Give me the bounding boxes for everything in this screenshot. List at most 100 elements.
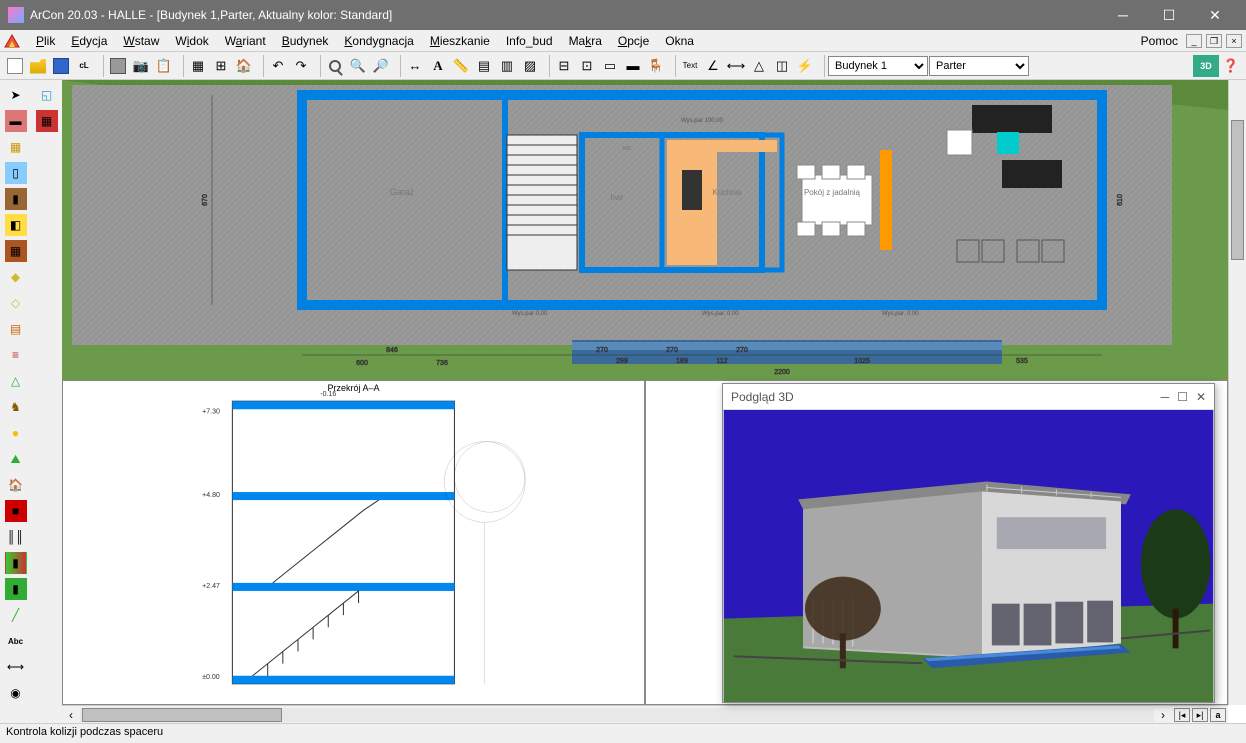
hscroll-thumb[interactable] — [82, 708, 282, 722]
lamp-tool[interactable]: ● — [5, 422, 27, 444]
section-a-view[interactable]: Przekrój A–A +7.30 +4.80 +2.47 — [62, 380, 645, 705]
horizontal-scrollbar[interactable]: ‹ › |◂ ▸| a — [62, 705, 1228, 723]
mdi-restore[interactable]: ❐ — [1206, 34, 1222, 48]
floor-combo[interactable]: Parter — [929, 56, 1029, 76]
section-button[interactable]: ⊟ — [553, 55, 575, 77]
menu-widok[interactable]: Widok — [167, 32, 216, 50]
elev2-button[interactable]: ▬ — [622, 55, 644, 77]
wall-tool[interactable]: ▬ — [5, 110, 27, 132]
hscroll-right[interactable]: › — [1154, 708, 1172, 722]
beams-tool[interactable]: ≡ — [5, 344, 27, 366]
menu-wstaw[interactable]: Wstaw — [115, 32, 167, 50]
slab-tool[interactable]: ▦ — [5, 136, 27, 158]
menu-budynek[interactable]: Budynek — [274, 32, 337, 50]
terrain-tool[interactable]: ⛰ — [5, 448, 27, 470]
preview-3d-titlebar[interactable]: Podgląd 3D ─ ☐ ✕ — [723, 384, 1214, 410]
color-tool[interactable]: ▮ — [5, 552, 27, 574]
menu-mieszkanie[interactable]: Mieszkanie — [422, 32, 498, 50]
dim-line-button[interactable]: ↔ — [404, 55, 426, 77]
close-button[interactable]: ✕ — [1192, 0, 1238, 30]
hscroll-pageright[interactable]: ▸| — [1192, 708, 1208, 722]
preview-max-button[interactable]: ☐ — [1177, 390, 1188, 404]
stairs-tool[interactable]: ▤ — [5, 318, 27, 340]
preview-3d-canvas[interactable] — [723, 410, 1214, 702]
tool-misc-button[interactable]: ◫ — [771, 55, 793, 77]
abc-tool[interactable]: Abc — [5, 630, 27, 652]
mdi-minimize[interactable]: _ — [1186, 34, 1202, 48]
export-button[interactable]: 📋 — [153, 55, 175, 77]
menu-makra[interactable]: Makra — [561, 32, 610, 50]
gable-tool[interactable]: △ — [5, 370, 27, 392]
furn-button[interactable]: 🪑 — [645, 55, 667, 77]
layer-tool[interactable]: ▦ — [36, 110, 58, 132]
triangle-button[interactable]: △ — [748, 55, 770, 77]
hscroll-pageleft[interactable]: |◂ — [1174, 708, 1190, 722]
layers-button[interactable]: ⊞ — [210, 55, 232, 77]
menu-kondygnacja[interactable]: Kondygnacja — [336, 32, 421, 50]
floor-tool[interactable]: ◆ — [5, 266, 27, 288]
print-button[interactable] — [107, 55, 129, 77]
tool-a-button[interactable]: ▦ — [187, 55, 209, 77]
dim2-button[interactable]: ⟷ — [725, 55, 747, 77]
pointer-tool[interactable]: ➤ — [5, 84, 27, 106]
redo-button[interactable]: ↷ — [290, 55, 312, 77]
maximize-button[interactable]: ☐ — [1146, 0, 1192, 30]
hatch3-button[interactable]: ▨ — [519, 55, 541, 77]
ceiling-tool[interactable]: ◇ — [5, 292, 27, 314]
open-button[interactable] — [27, 55, 49, 77]
angle-button[interactable]: ∠ — [702, 55, 724, 77]
menu-plik[interactable]: Plik — [28, 32, 63, 50]
menu-opcje[interactable]: Opcje — [610, 32, 657, 50]
menu-okna[interactable]: Okna — [657, 32, 702, 50]
save-button[interactable] — [50, 55, 72, 77]
fence-tool[interactable]: ║║ — [5, 526, 27, 548]
preview-3d-window[interactable]: Podgląd 3D ─ ☐ ✕ — [722, 383, 1215, 703]
minimize-button[interactable]: ─ — [1100, 0, 1146, 30]
door-tool[interactable]: ▮ — [5, 188, 27, 210]
undo-button[interactable]: ↶ — [267, 55, 289, 77]
green-tool[interactable]: ▮ — [5, 578, 27, 600]
floorplan-canvas[interactable]: Garaż hwr wc Kuchnia Pokój z jadalnią 84… — [62, 80, 1228, 380]
roof-button[interactable]: 🏠 — [233, 55, 255, 77]
chair-tool[interactable]: ♞ — [5, 396, 27, 418]
view-3d-button[interactable]: 3D — [1193, 55, 1219, 77]
roof-tile-tool[interactable]: ▦ — [5, 240, 27, 262]
vertical-scrollbar[interactable] — [1228, 80, 1246, 705]
vscroll-thumb[interactable] — [1231, 120, 1244, 260]
menu-pomoc[interactable]: Pomoc — [1133, 32, 1186, 50]
hscroll-left[interactable]: ‹ — [62, 708, 80, 722]
measure-button[interactable]: 📏 — [450, 55, 472, 77]
new-button[interactable] — [4, 55, 26, 77]
camera-button[interactable]: 📷 — [130, 55, 152, 77]
hatch1-button[interactable]: ▤ — [473, 55, 495, 77]
svg-text:270: 270 — [736, 347, 748, 354]
bolt-button[interactable]: ⚡ — [794, 55, 816, 77]
tooltext-button[interactable]: Text — [679, 55, 701, 77]
help-button[interactable]: ❓ — [1220, 55, 1242, 77]
preview-close-button[interactable]: ✕ — [1196, 390, 1206, 404]
plan-view[interactable]: Garaż hwr wc Kuchnia Pokój z jadalnią 84… — [62, 80, 1228, 380]
preview-min-button[interactable]: ─ — [1161, 390, 1170, 404]
menu-infobud[interactable]: Info_bud — [498, 32, 561, 50]
menu-wariant[interactable]: Wariant — [217, 32, 274, 50]
zoom-out-button[interactable]: 🔎 — [370, 55, 392, 77]
zoom-in-button[interactable]: 🔍 — [347, 55, 369, 77]
view-button[interactable]: ⊡ — [576, 55, 598, 77]
stamp-tool[interactable]: ◉ — [5, 682, 27, 704]
text-a-button[interactable]: A — [427, 55, 449, 77]
window-tool[interactable]: ▯ — [5, 162, 27, 184]
dim3-tool[interactable]: ⟷ — [5, 656, 27, 678]
building-combo[interactable]: Budynek 1 — [828, 56, 928, 76]
mdi-close[interactable]: × — [1226, 34, 1242, 48]
elev1-button[interactable]: ▭ — [599, 55, 621, 77]
menu-edycja[interactable]: Edycja — [63, 32, 115, 50]
hatch2-button[interactable]: ▥ — [496, 55, 518, 77]
red-tool[interactable]: ■ — [5, 500, 27, 522]
car-tool[interactable]: 🏠 — [5, 474, 27, 496]
zoom-fit-button[interactable] — [324, 55, 346, 77]
room-tool[interactable]: ◧ — [5, 214, 27, 236]
line-tool[interactable]: ╱ — [5, 604, 27, 626]
savecl-button[interactable]: cL — [73, 55, 95, 77]
persp-tool[interactable]: ◱ — [36, 84, 58, 106]
hscroll-mode[interactable]: a — [1210, 708, 1226, 722]
